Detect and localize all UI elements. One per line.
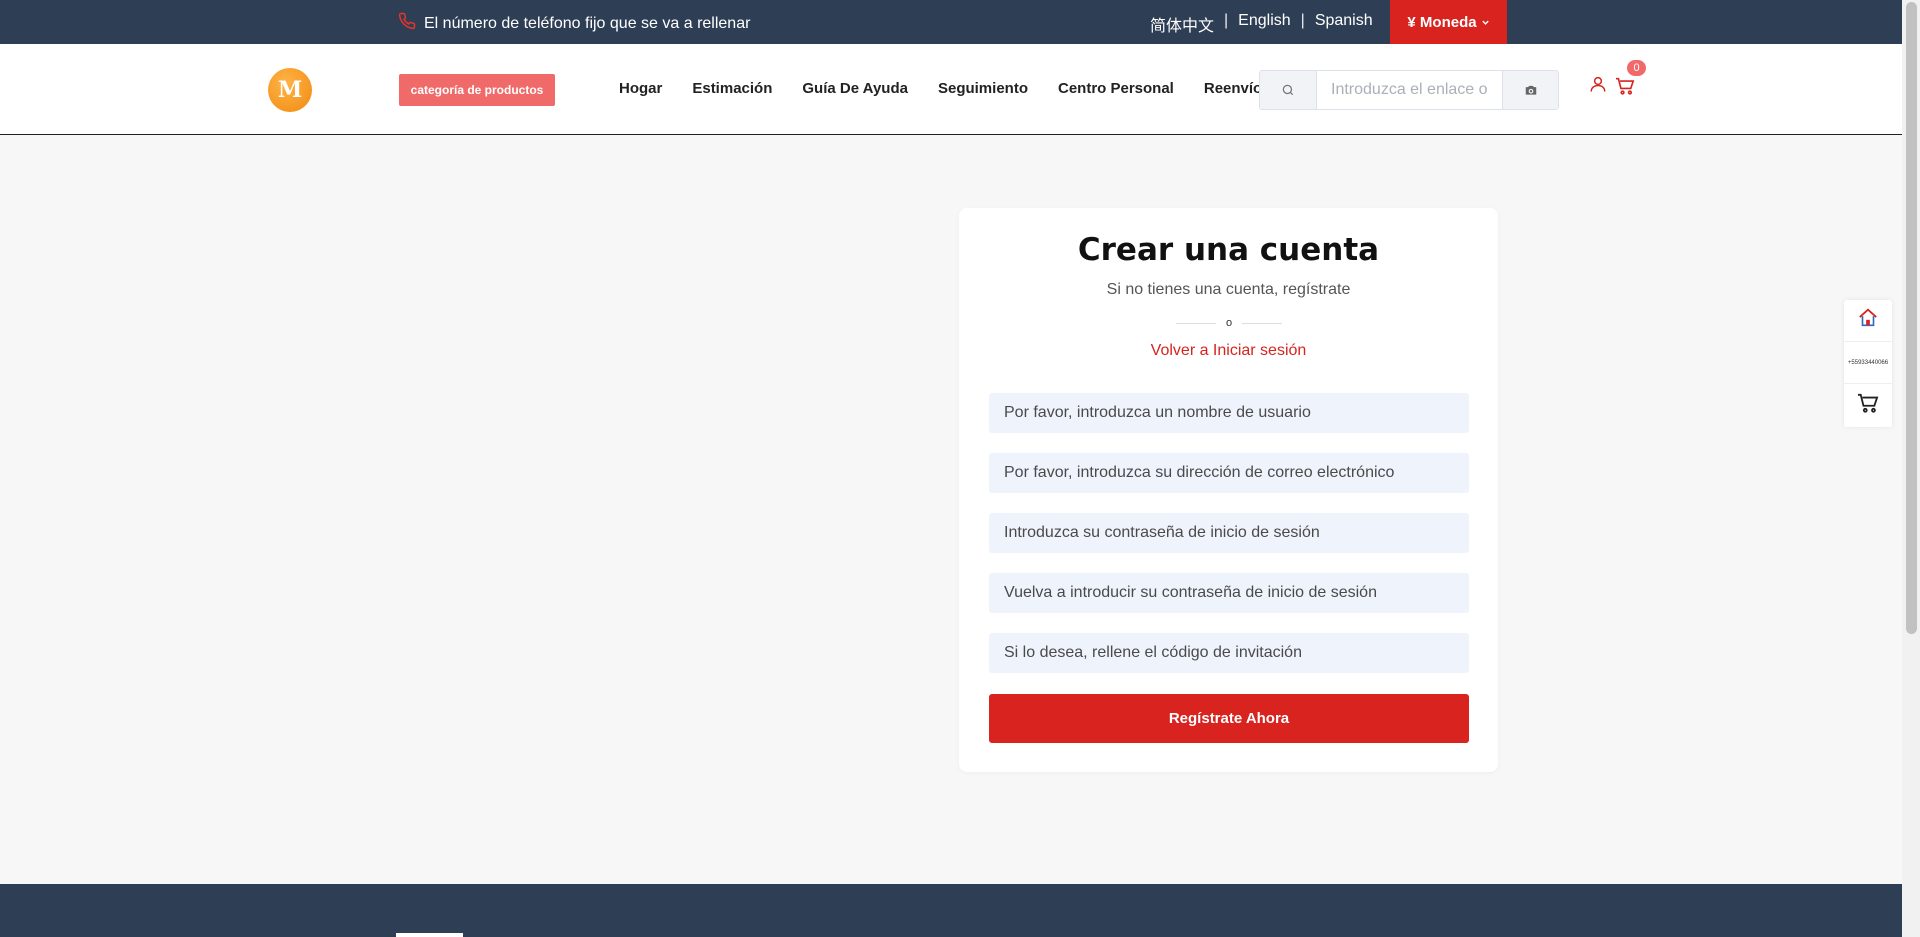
lang-separator: |: [1224, 12, 1229, 29]
currency-label: ¥ Moneda: [1407, 13, 1477, 31]
phone-info: El número de teléfono fijo que se va a r…: [398, 12, 750, 35]
divider-line: [1176, 322, 1216, 324]
page-title: Crear una cuenta: [1077, 232, 1380, 268]
camera-icon[interactable]: [1502, 71, 1558, 109]
divider-line: [1242, 322, 1282, 324]
register-card: Crear una cuenta Si no tienes una cuenta…: [959, 208, 1498, 772]
back-to-login-link[interactable]: Volver a Iniciar sesión: [959, 342, 1498, 360]
or-divider: o: [1176, 317, 1282, 329]
divider-text: o: [1225, 317, 1233, 329]
nav-item-personal-center[interactable]: Centro Personal: [1058, 80, 1174, 97]
register-subtitle: Si no tienes una cuenta, regístrate: [1106, 281, 1351, 298]
nav-item-help-guide[interactable]: Guía De Ayuda: [802, 80, 908, 97]
phone-icon: [398, 12, 416, 35]
nav-item-tracking[interactable]: Seguimiento: [938, 80, 1028, 97]
cart-count-badge: 0: [1627, 60, 1646, 76]
nav-item-home[interactable]: Hogar: [619, 80, 662, 97]
home-icon: [1857, 307, 1879, 334]
footer: [0, 884, 1902, 937]
top-bar: El número de teléfono fijo que se va a r…: [0, 0, 1902, 44]
lang-spanish[interactable]: Spanish: [1315, 12, 1373, 36]
confirm-password-field[interactable]: [989, 573, 1469, 613]
register-button[interactable]: Regístrate Ahora: [989, 694, 1469, 743]
side-phone-item[interactable]: +55933440066: [1844, 342, 1892, 384]
lang-english[interactable]: English: [1238, 12, 1290, 36]
nav-item-forwarding[interactable]: Reenvío: [1204, 80, 1262, 97]
side-cart-button[interactable]: [1844, 384, 1892, 426]
main-nav: Hogar Estimación Guía De Ayuda Seguimien…: [619, 80, 1262, 97]
language-switcher: 简体中文 | English | Spanish: [1150, 12, 1373, 36]
main-header: M categoría de productos Hogar Estimació…: [0, 44, 1902, 135]
lang-chinese[interactable]: 简体中文: [1150, 12, 1214, 36]
nav-item-estimate[interactable]: Estimación: [692, 80, 772, 97]
cart-icon: [1857, 393, 1879, 418]
cart-icon[interactable]: [1615, 77, 1635, 100]
currency-selector[interactable]: ¥ Moneda: [1390, 0, 1507, 44]
user-icon[interactable]: [1589, 74, 1607, 99]
search-input[interactable]: [1317, 71, 1502, 109]
phone-text: El número de teléfono fijo que se va a r…: [424, 14, 751, 32]
floating-side-widget: +55933440066: [1844, 300, 1892, 427]
username-field[interactable]: [989, 393, 1469, 433]
email-field[interactable]: [989, 453, 1469, 493]
footer-logo-mark: [396, 933, 463, 937]
page-scrollbar[interactable]: [1902, 0, 1920, 937]
invite-code-field[interactable]: [989, 633, 1469, 673]
logo-icon[interactable]: M: [268, 68, 312, 112]
password-field[interactable]: [989, 513, 1469, 553]
side-phone-number: +55933440066: [1847, 359, 1889, 366]
search-icon[interactable]: [1260, 71, 1317, 109]
side-home-button[interactable]: [1844, 300, 1892, 342]
chevron-down-icon: [1481, 14, 1490, 31]
lang-separator: |: [1300, 12, 1305, 29]
product-category-button[interactable]: categoría de productos: [399, 74, 555, 106]
search-bar: [1259, 70, 1559, 110]
scrollbar-thumb[interactable]: [1906, 2, 1917, 634]
